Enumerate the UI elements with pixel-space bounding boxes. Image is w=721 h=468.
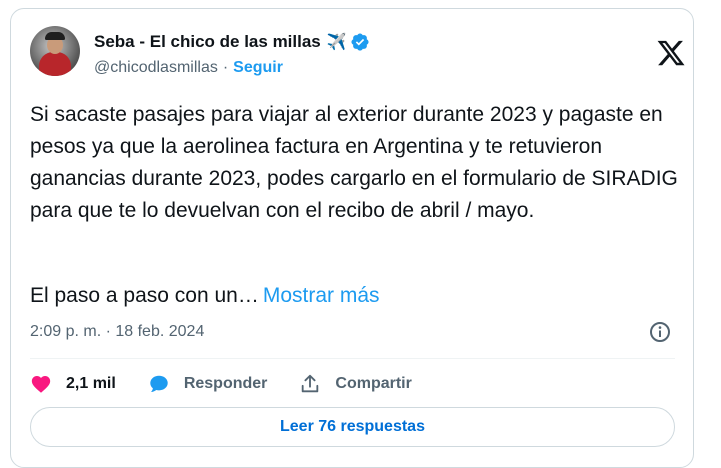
tweet-truncated-text: El paso a paso con un…: [30, 284, 259, 307]
tweet-text: Si sacaste pasajes para viajar al exteri…: [30, 103, 678, 222]
reply-label: Responder: [183, 375, 268, 392]
verified-badge-icon: [351, 33, 369, 51]
author-name[interactable]: Seba - El chico de las millas: [94, 32, 321, 52]
follow-link[interactable]: Seguir: [233, 59, 283, 77]
share-button[interactable]: Compartir: [299, 373, 412, 395]
share-upload-icon: [302, 374, 319, 393]
avatar[interactable]: [30, 26, 80, 76]
author-name-row[interactable]: Seba - El chico de las millas ✈️: [94, 30, 370, 54]
avatar-cap: [45, 32, 65, 40]
show-more-link[interactable]: Mostrar más: [263, 284, 380, 307]
tweet-card: Seba - El chico de las millas ✈️ @chicod…: [10, 8, 694, 468]
info-icon[interactable]: [648, 320, 672, 344]
like-count: 2,1 mil: [66, 375, 116, 392]
airplane-icon: ✈️: [326, 34, 347, 51]
tweet-timestamp[interactable]: 2:09 p. m. · 18 feb. 2024: [30, 321, 204, 343]
read-replies-button[interactable]: Leer 76 respuestas: [30, 407, 675, 447]
x-logo-icon[interactable]: [656, 38, 686, 68]
like-button[interactable]: 2,1 mil: [30, 373, 116, 395]
author-handle[interactable]: @chicodlasmillas: [94, 59, 218, 77]
author-handle-row: @chicodlasmillas · Seguir: [94, 57, 283, 79]
heart-icon: [31, 376, 51, 393]
speech-bubble-icon: [150, 375, 168, 392]
reply-button[interactable]: Responder: [148, 373, 268, 395]
separator-dot: ·: [222, 59, 229, 76]
action-bar: 2,1 mil Responder Compartir: [30, 369, 444, 399]
avatar-shirt: [39, 52, 71, 76]
divider: [30, 358, 675, 359]
tweet-header: Seba - El chico de las millas ✈️ @chicod…: [30, 24, 685, 84]
share-label: Compartir: [335, 375, 412, 392]
tweet-truncated-line: El paso a paso con un… Mostrar más: [30, 281, 380, 311]
